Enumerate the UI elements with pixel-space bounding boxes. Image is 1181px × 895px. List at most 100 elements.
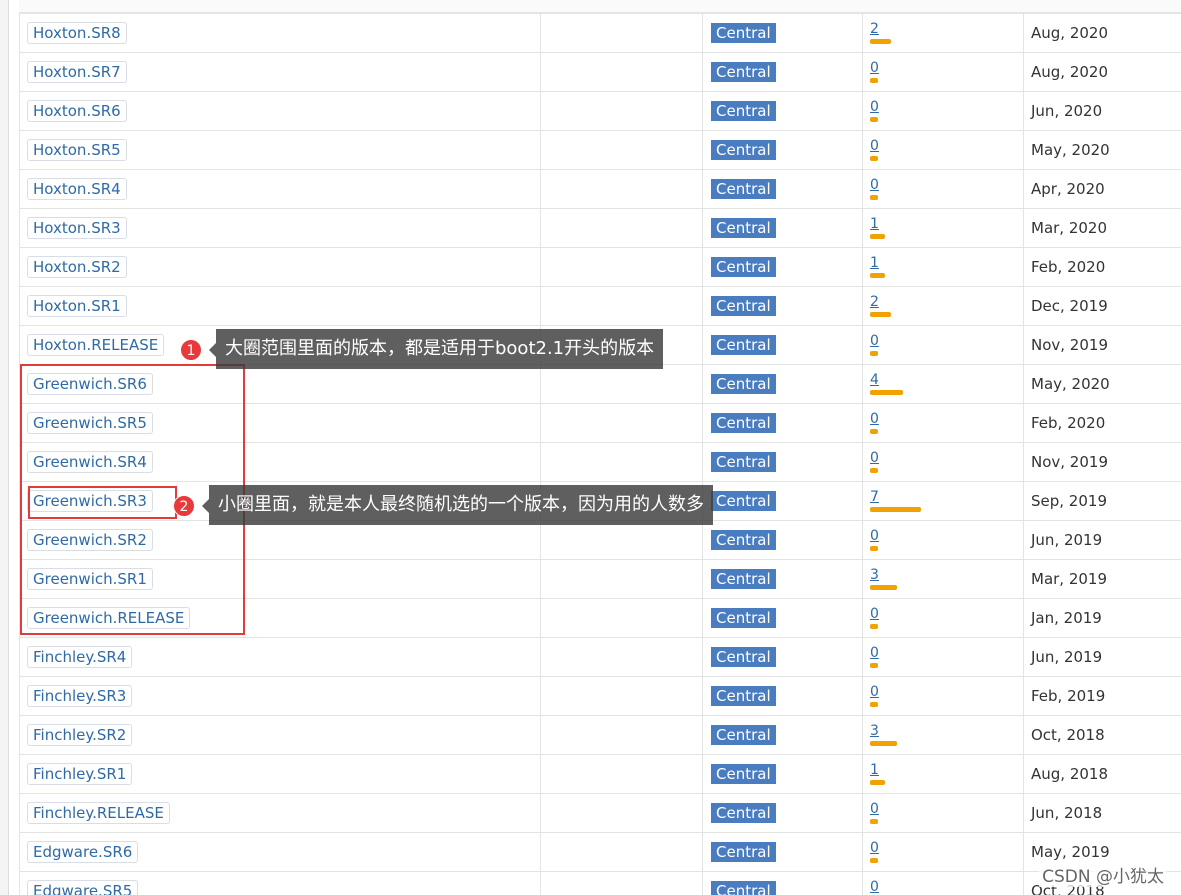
- usages-link[interactable]: 0: [870, 607, 1023, 621]
- usages-cell: 0: [862, 676, 1024, 716]
- repository-link[interactable]: Central: [711, 491, 776, 511]
- repository-link[interactable]: Central: [711, 257, 776, 277]
- version-link[interactable]: Edgware.SR6: [27, 841, 139, 863]
- usages-link[interactable]: 0: [870, 412, 1023, 426]
- maven-versions-page: Hoxton.SR8 Central 2 Aug, 2020 Hoxton.SR7 Cen…: [0, 0, 1181, 895]
- usages-cell: 1: [862, 247, 1024, 287]
- repository-link[interactable]: Central: [711, 374, 776, 394]
- usages-link[interactable]: 0: [870, 802, 1023, 816]
- usages-link[interactable]: 3: [870, 724, 1023, 738]
- version-link[interactable]: Hoxton.SR4: [27, 178, 127, 200]
- blank-cell: [540, 208, 703, 248]
- version-cell: Hoxton.SR3: [19, 208, 541, 248]
- usages-cell: 3: [862, 559, 1024, 599]
- date-cell: May, 2020: [1023, 364, 1181, 404]
- repository-link[interactable]: Central: [711, 296, 776, 316]
- usages-link[interactable]: 0: [870, 178, 1023, 192]
- repository-link[interactable]: Central: [711, 725, 776, 745]
- usages-link[interactable]: 2: [870, 295, 1023, 309]
- usages-link[interactable]: 0: [870, 334, 1023, 348]
- date-cell: Feb, 2020: [1023, 403, 1181, 443]
- repository-link[interactable]: Central: [711, 608, 776, 628]
- repository-link[interactable]: Central: [711, 686, 776, 706]
- date-cell: Aug, 2020: [1023, 52, 1181, 92]
- repository-link[interactable]: Central: [711, 452, 776, 472]
- version-cell: Hoxton.SR1: [19, 286, 541, 326]
- repository-link[interactable]: Central: [711, 218, 776, 238]
- usages-link[interactable]: 0: [870, 100, 1023, 114]
- usages-link[interactable]: 1: [870, 763, 1023, 777]
- version-link[interactable]: Finchley.SR2: [27, 724, 133, 746]
- version-link[interactable]: Hoxton.SR2: [27, 256, 127, 278]
- usage-bar: [870, 273, 885, 278]
- date-cell: Feb, 2019: [1023, 676, 1181, 716]
- blank-cell: [540, 286, 703, 326]
- version-link[interactable]: Finchley.SR3: [27, 685, 133, 707]
- date-cell: Feb, 2020: [1023, 247, 1181, 287]
- date-cell: May, 2020: [1023, 130, 1181, 170]
- version-link[interactable]: Hoxton.SR3: [27, 217, 127, 239]
- callout-2-badge: 2: [173, 495, 195, 517]
- usages-link[interactable]: 4: [870, 373, 1023, 387]
- date-cell: Jun, 2019: [1023, 637, 1181, 677]
- usage-bar: [870, 429, 878, 434]
- usages-link[interactable]: 3: [870, 568, 1023, 582]
- repository-cell: Central: [702, 208, 863, 248]
- version-link[interactable]: Finchley.SR4: [27, 646, 133, 668]
- usages-link[interactable]: 1: [870, 256, 1023, 270]
- date-cell: Dec, 2019: [1023, 286, 1181, 326]
- date-cell: May, 2019: [1023, 832, 1181, 872]
- repository-link[interactable]: Central: [711, 803, 776, 823]
- repository-link[interactable]: Central: [711, 842, 776, 862]
- repository-link[interactable]: Central: [711, 140, 776, 160]
- usages-link[interactable]: 0: [870, 139, 1023, 153]
- version-link[interactable]: Hoxton.SR5: [27, 139, 127, 161]
- usages-cell: 4: [862, 364, 1024, 404]
- usages-link[interactable]: 0: [870, 880, 1023, 894]
- repository-cell: Central: [702, 793, 863, 833]
- repository-link[interactable]: Central: [711, 335, 776, 355]
- blank-cell: [540, 715, 703, 755]
- repository-link[interactable]: Central: [711, 530, 776, 550]
- repository-link[interactable]: Central: [711, 62, 776, 82]
- repository-cell: Central: [702, 559, 863, 599]
- repository-link[interactable]: Central: [711, 101, 776, 121]
- usages-link[interactable]: 0: [870, 451, 1023, 465]
- usages-link[interactable]: 1: [870, 217, 1023, 231]
- version-link[interactable]: Finchley.SR1: [27, 763, 133, 785]
- repository-link[interactable]: Central: [711, 647, 776, 667]
- repository-cell: Central: [702, 403, 863, 443]
- blank-cell: [540, 91, 703, 131]
- usages-link[interactable]: 2: [870, 22, 1023, 36]
- usage-bar: [870, 624, 878, 629]
- version-link[interactable]: Hoxton.SR7: [27, 61, 127, 83]
- table-row: Hoxton.SR7 Central 0 Aug, 2020: [19, 52, 1181, 92]
- version-link[interactable]: Finchley.RELEASE: [27, 802, 170, 824]
- repository-link[interactable]: Central: [711, 413, 776, 433]
- usages-cell: 0: [862, 832, 1024, 872]
- version-link[interactable]: Hoxton.SR8: [27, 22, 127, 44]
- usages-link[interactable]: 0: [870, 529, 1023, 543]
- usages-cell: 2: [862, 286, 1024, 326]
- blank-cell: [540, 169, 703, 209]
- repository-cell: Central: [702, 286, 863, 326]
- repository-link[interactable]: Central: [711, 881, 776, 895]
- repository-cell: Central: [702, 364, 863, 404]
- usages-link[interactable]: 7: [870, 490, 1023, 504]
- repository-link[interactable]: Central: [711, 23, 776, 43]
- version-link[interactable]: Hoxton.SR1: [27, 295, 127, 317]
- version-cell: Hoxton.SR4: [19, 169, 541, 209]
- version-link[interactable]: Hoxton.RELEASE: [27, 334, 165, 356]
- repository-link[interactable]: Central: [711, 179, 776, 199]
- date-cell: Sep, 2019: [1023, 481, 1181, 521]
- date-cell: Oct, 2018: [1023, 715, 1181, 755]
- usages-link[interactable]: 0: [870, 685, 1023, 699]
- usage-bar: [870, 858, 878, 863]
- usages-link[interactable]: 0: [870, 61, 1023, 75]
- repository-link[interactable]: Central: [711, 569, 776, 589]
- version-link[interactable]: Hoxton.SR6: [27, 100, 127, 122]
- usages-link[interactable]: 0: [870, 646, 1023, 660]
- version-link[interactable]: Edgware.SR5: [27, 880, 139, 895]
- repository-link[interactable]: Central: [711, 764, 776, 784]
- usages-link[interactable]: 0: [870, 841, 1023, 855]
